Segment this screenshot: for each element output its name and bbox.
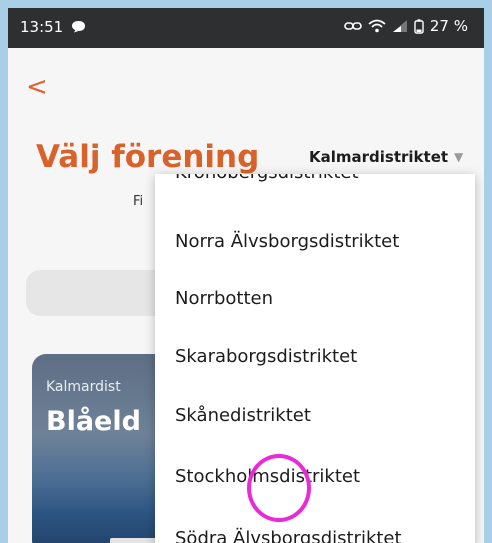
dropdown-item[interactable]: Skaraborgsdistriktet bbox=[175, 346, 357, 367]
district-select[interactable]: Kalmardistriktet ▼ bbox=[309, 148, 463, 166]
status-icons: 27 % bbox=[344, 17, 468, 35]
status-bar: 13:51 27 % bbox=[8, 8, 484, 48]
dropdown-item[interactable]: Skånedistriktet bbox=[175, 405, 311, 426]
app-screen: 13:51 27 % < Välj förening Kalmardistrik… bbox=[8, 8, 484, 543]
back-chevron-icon[interactable]: < bbox=[26, 74, 48, 100]
district-select-value: Kalmardistriktet bbox=[309, 148, 449, 166]
wifi-icon bbox=[368, 19, 386, 33]
dropdown-item[interactable]: Södra Älvsborgsdistriktet bbox=[175, 528, 402, 543]
link-icon bbox=[344, 22, 362, 30]
signal-icon bbox=[392, 20, 407, 32]
dropdown-item[interactable]: Norra Älvsborgsdistriktet bbox=[175, 231, 399, 252]
dropdown-item[interactable]: Stockholmsdistriktet bbox=[175, 466, 360, 487]
card-district: Kalmardist bbox=[46, 379, 121, 395]
battery-level: 27 % bbox=[429, 17, 468, 35]
message-icon bbox=[72, 21, 85, 33]
page-title: Välj förening bbox=[36, 139, 260, 175]
dropdown-item[interactable]: Norrbotten bbox=[175, 288, 273, 309]
district-dropdown-menu[interactable]: Kronobergsdistriktet Norra Älvsborgsdist… bbox=[155, 174, 475, 543]
chevron-down-icon: ▼ bbox=[454, 150, 464, 164]
status-time: 13:51 bbox=[20, 18, 64, 36]
dropdown-item[interactable]: Kronobergsdistriktet bbox=[175, 174, 359, 183]
card-name: Blåeld bbox=[46, 406, 141, 437]
battery-icon bbox=[414, 18, 424, 34]
subtitle-text: Fi bbox=[133, 194, 144, 209]
